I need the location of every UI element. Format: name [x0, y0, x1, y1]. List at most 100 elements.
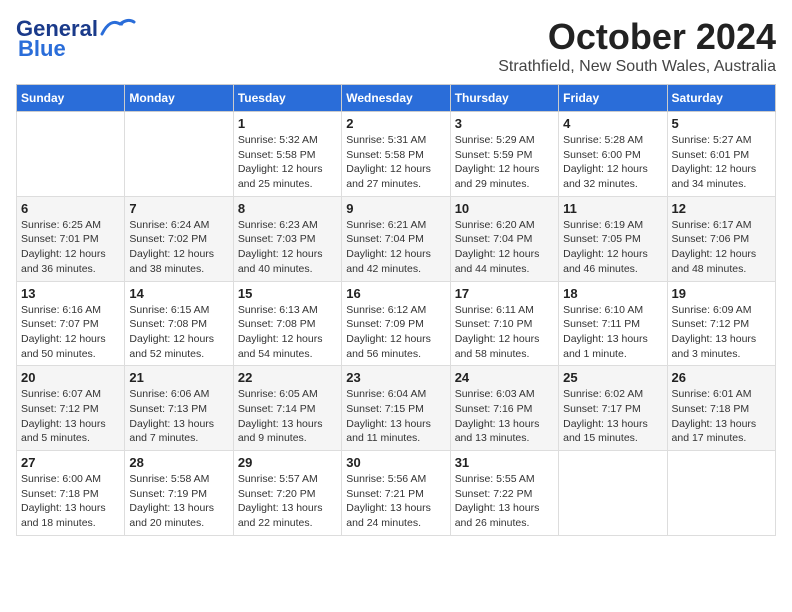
calendar-cell: 3Sunrise: 5:29 AMSunset: 5:59 PMDaylight…	[450, 112, 558, 197]
calendar-week-row: 13 Sunrise: 6:16 AMSunset: 7:07 PMDayligh…	[17, 281, 776, 366]
cell-date-number: 13	[21, 286, 120, 301]
cell-info-text: Sunrise: 6:25 AMSunset: 7:01 PMDaylight:…	[21, 218, 120, 277]
calendar-cell: 10 Sunrise: 6:20 AMSunset: 7:04 PMDayligh…	[450, 196, 558, 281]
day-header-thursday: Thursday	[450, 85, 558, 112]
calendar-cell: 17 Sunrise: 6:11 AMSunset: 7:10 PMDayligh…	[450, 281, 558, 366]
cell-info-text: Sunrise: 6:10 AMSunset: 7:11 PMDaylight:…	[563, 303, 662, 362]
logo-bird-icon	[100, 16, 136, 38]
cell-date-number: 2	[346, 116, 445, 131]
cell-info-text: Sunrise: 6:16 AMSunset: 7:07 PMDaylight:…	[21, 303, 120, 362]
calendar-cell: 26 Sunrise: 6:01 AMSunset: 7:18 PMDayligh…	[667, 366, 775, 451]
cell-date-number: 21	[129, 370, 228, 385]
cell-info-text: Sunrise: 5:56 AMSunset: 7:21 PMDaylight:…	[346, 472, 445, 531]
cell-info-text: Sunrise: 6:24 AMSunset: 7:02 PMDaylight:…	[129, 218, 228, 277]
cell-info-text: Sunrise: 6:20 AMSunset: 7:04 PMDaylight:…	[455, 218, 554, 277]
cell-info-text: Sunrise: 6:21 AMSunset: 7:04 PMDaylight:…	[346, 218, 445, 277]
calendar-cell: 21Sunrise: 6:06 AMSunset: 7:13 PMDayligh…	[125, 366, 233, 451]
calendar-cell: 1 Sunrise: 5:32 AMSunset: 5:58 PMDaylight…	[233, 112, 341, 197]
cell-date-number: 17	[455, 286, 554, 301]
cell-date-number: 26	[672, 370, 771, 385]
logo-blue: Blue	[18, 36, 66, 62]
cell-info-text: Sunrise: 6:05 AMSunset: 7:14 PMDaylight:…	[238, 387, 337, 446]
calendar-cell: 4 Sunrise: 5:28 AMSunset: 6:00 PMDaylight…	[559, 112, 667, 197]
day-header-wednesday: Wednesday	[342, 85, 450, 112]
cell-info-text: Sunrise: 6:11 AMSunset: 7:10 PMDaylight:…	[455, 303, 554, 362]
page-title: October 2024	[498, 16, 776, 58]
cell-date-number: 16	[346, 286, 445, 301]
calendar-week-row: 20 Sunrise: 6:07 AMSunset: 7:12 PMDayligh…	[17, 366, 776, 451]
calendar-cell	[667, 451, 775, 536]
calendar-cell: 5 Sunrise: 5:27 AMSunset: 6:01 PMDaylight…	[667, 112, 775, 197]
cell-date-number: 20	[21, 370, 120, 385]
cell-info-text: Sunrise: 6:15 AMSunset: 7:08 PMDaylight:…	[129, 303, 228, 362]
cell-info-text: Sunrise: 6:23 AMSunset: 7:03 PMDaylight:…	[238, 218, 337, 277]
cell-date-number: 6	[21, 201, 120, 216]
cell-info-text: Sunrise: 5:27 AMSunset: 6:01 PMDaylight:…	[672, 133, 771, 192]
calendar-cell	[17, 112, 125, 197]
calendar-cell: 27 Sunrise: 6:00 AMSunset: 7:18 PMDayligh…	[17, 451, 125, 536]
cell-date-number: 4	[563, 116, 662, 131]
cell-date-number: 25	[563, 370, 662, 385]
calendar-week-row: 6 Sunrise: 6:25 AMSunset: 7:01 PMDaylight…	[17, 196, 776, 281]
calendar-week-row: 1 Sunrise: 5:32 AMSunset: 5:58 PMDaylight…	[17, 112, 776, 197]
cell-date-number: 30	[346, 455, 445, 470]
cell-date-number: 7	[129, 201, 228, 216]
cell-date-number: 1	[238, 116, 337, 131]
cell-info-text: Sunrise: 6:19 AMSunset: 7:05 PMDaylight:…	[563, 218, 662, 277]
day-header-saturday: Saturday	[667, 85, 775, 112]
title-block: October 2024 Strathfield, New South Wale…	[498, 16, 776, 76]
cell-info-text: Sunrise: 5:55 AMSunset: 7:22 PMDaylight:…	[455, 472, 554, 531]
calendar-cell: 6 Sunrise: 6:25 AMSunset: 7:01 PMDaylight…	[17, 196, 125, 281]
cell-info-text: Sunrise: 5:28 AMSunset: 6:00 PMDaylight:…	[563, 133, 662, 192]
cell-info-text: Sunrise: 6:07 AMSunset: 7:12 PMDaylight:…	[21, 387, 120, 446]
cell-info-text: Sunrise: 5:32 AMSunset: 5:58 PMDaylight:…	[238, 133, 337, 192]
cell-date-number: 11	[563, 201, 662, 216]
cell-info-text: Sunrise: 5:57 AMSunset: 7:20 PMDaylight:…	[238, 472, 337, 531]
cell-date-number: 5	[672, 116, 771, 131]
calendar-cell: 20 Sunrise: 6:07 AMSunset: 7:12 PMDayligh…	[17, 366, 125, 451]
day-header-tuesday: Tuesday	[233, 85, 341, 112]
cell-info-text: Sunrise: 5:31 AMSunset: 5:58 PMDaylight:…	[346, 133, 445, 192]
cell-info-text: Sunrise: 6:17 AMSunset: 7:06 PMDaylight:…	[672, 218, 771, 277]
cell-date-number: 8	[238, 201, 337, 216]
cell-date-number: 19	[672, 286, 771, 301]
cell-date-number: 24	[455, 370, 554, 385]
calendar-cell: 19Sunrise: 6:09 AMSunset: 7:12 PMDayligh…	[667, 281, 775, 366]
calendar-cell: 31 Sunrise: 5:55 AMSunset: 7:22 PMDayligh…	[450, 451, 558, 536]
calendar-cell: 14 Sunrise: 6:15 AMSunset: 7:08 PMDayligh…	[125, 281, 233, 366]
calendar-cell	[559, 451, 667, 536]
page-header: General Blue October 2024 Strathfield, N…	[16, 16, 776, 76]
cell-date-number: 22	[238, 370, 337, 385]
cell-date-number: 29	[238, 455, 337, 470]
cell-date-number: 28	[129, 455, 228, 470]
calendar-cell: 28Sunrise: 5:58 AMSunset: 7:19 PMDayligh…	[125, 451, 233, 536]
cell-date-number: 14	[129, 286, 228, 301]
calendar-header-row: SundayMondayTuesdayWednesdayThursdayFrid…	[17, 85, 776, 112]
calendar-cell: 22 Sunrise: 6:05 AMSunset: 7:14 PMDayligh…	[233, 366, 341, 451]
calendar-cell: 2 Sunrise: 5:31 AMSunset: 5:58 PMDaylight…	[342, 112, 450, 197]
calendar-cell	[125, 112, 233, 197]
calendar-cell: 29 Sunrise: 5:57 AMSunset: 7:20 PMDayligh…	[233, 451, 341, 536]
calendar-cell: 11 Sunrise: 6:19 AMSunset: 7:05 PMDayligh…	[559, 196, 667, 281]
cell-date-number: 31	[455, 455, 554, 470]
calendar-cell: 23 Sunrise: 6:04 AMSunset: 7:15 PMDayligh…	[342, 366, 450, 451]
cell-info-text: Sunrise: 5:29 AMSunset: 5:59 PMDaylight:…	[455, 133, 554, 192]
calendar-cell: 15Sunrise: 6:13 AMSunset: 7:08 PMDayligh…	[233, 281, 341, 366]
cell-info-text: Sunrise: 6:12 AMSunset: 7:09 PMDaylight:…	[346, 303, 445, 362]
cell-info-text: Sunrise: 6:04 AMSunset: 7:15 PMDaylight:…	[346, 387, 445, 446]
cell-date-number: 23	[346, 370, 445, 385]
cell-info-text: Sunrise: 6:00 AMSunset: 7:18 PMDaylight:…	[21, 472, 120, 531]
calendar-cell: 16 Sunrise: 6:12 AMSunset: 7:09 PMDayligh…	[342, 281, 450, 366]
calendar-cell: 9Sunrise: 6:21 AMSunset: 7:04 PMDaylight…	[342, 196, 450, 281]
calendar-cell: 7 Sunrise: 6:24 AMSunset: 7:02 PMDaylight…	[125, 196, 233, 281]
cell-date-number: 18	[563, 286, 662, 301]
calendar-cell: 12Sunrise: 6:17 AMSunset: 7:06 PMDayligh…	[667, 196, 775, 281]
cell-date-number: 10	[455, 201, 554, 216]
calendar-cell: 8 Sunrise: 6:23 AMSunset: 7:03 PMDaylight…	[233, 196, 341, 281]
calendar-cell: 25Sunrise: 6:02 AMSunset: 7:17 PMDayligh…	[559, 366, 667, 451]
cell-date-number: 27	[21, 455, 120, 470]
calendar-week-row: 27 Sunrise: 6:00 AMSunset: 7:18 PMDayligh…	[17, 451, 776, 536]
cell-info-text: Sunrise: 6:03 AMSunset: 7:16 PMDaylight:…	[455, 387, 554, 446]
cell-info-text: Sunrise: 6:01 AMSunset: 7:18 PMDaylight:…	[672, 387, 771, 446]
calendar-cell: 24 Sunrise: 6:03 AMSunset: 7:16 PMDayligh…	[450, 366, 558, 451]
